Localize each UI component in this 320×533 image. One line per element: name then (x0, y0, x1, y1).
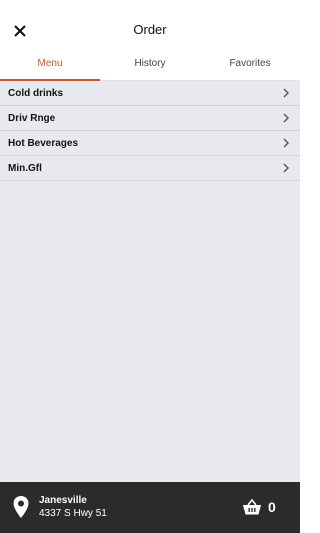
menu-item-label: Hot Beverages (8, 137, 79, 149)
store-address: 4337 S Hwy 51 (39, 508, 107, 519)
cart-count: 0 (268, 499, 276, 515)
menu-item-label: Driv Rnge (8, 112, 56, 124)
store-name: Janesville (39, 495, 87, 506)
store-footer[interactable]: Janesville 4337 S Hwy 51 0 (0, 482, 300, 533)
tab-bar: Menu History Favorites (0, 52, 300, 81)
menu-item-min-gfl[interactable]: Min.Gfl (0, 156, 300, 181)
menu-item-driv-rnge[interactable]: Driv Rnge (0, 106, 300, 131)
menu-item-cold-drinks[interactable]: Cold drinks (0, 81, 300, 106)
chevron-right-icon (283, 88, 289, 98)
header: Order (0, 0, 300, 52)
basket-icon[interactable] (242, 498, 262, 516)
menu-item-label: Cold drinks (8, 87, 64, 99)
location-pin-icon (13, 496, 29, 518)
menu-item-hot-beverages[interactable]: Hot Beverages (0, 131, 300, 156)
page-title: Order (133, 22, 167, 37)
menu-item-label: Min.Gfl (8, 162, 42, 174)
tab-history[interactable]: History (100, 52, 200, 80)
tab-favorites[interactable]: Favorites (200, 52, 300, 80)
chevron-right-icon (283, 138, 289, 148)
tab-menu[interactable]: Menu (0, 52, 100, 81)
chevron-right-icon (283, 163, 289, 173)
chevron-right-icon (283, 113, 289, 123)
menu-list: Cold drinks Driv Rnge Hot Beverages Min.… (0, 81, 300, 482)
